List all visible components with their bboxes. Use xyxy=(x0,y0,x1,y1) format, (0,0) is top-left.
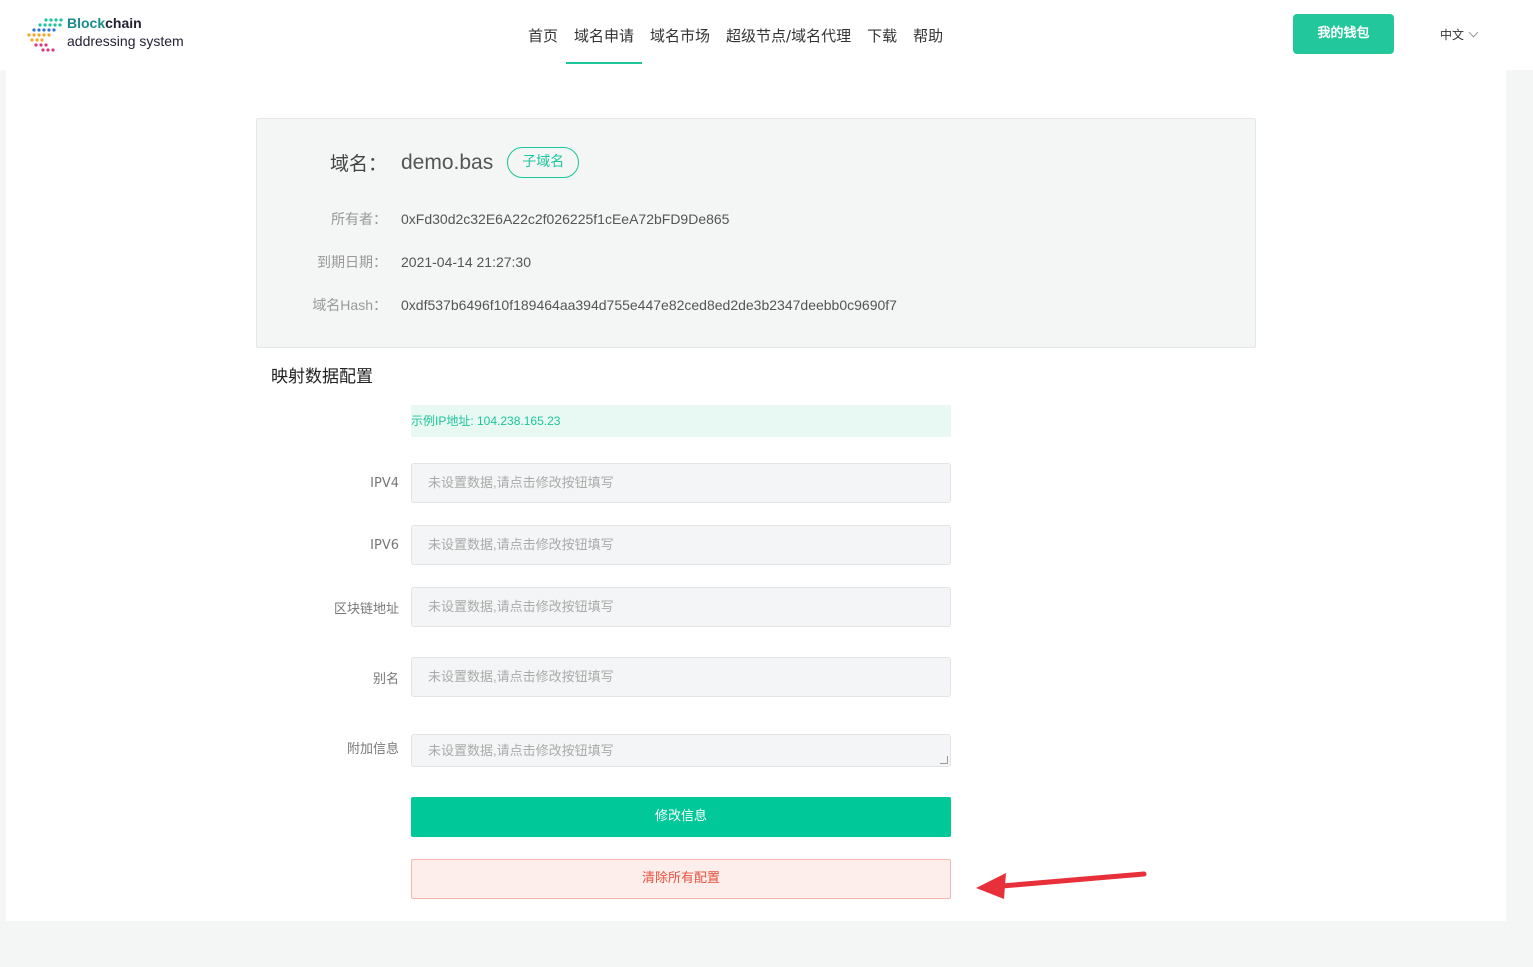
logo-dots-icon xyxy=(27,18,63,52)
domain-value: demo.bas xyxy=(401,150,494,174)
extra-info-textarea[interactable]: 未设置数据,请点击修改按钮填写 xyxy=(411,734,951,767)
ipv6-input[interactable]: 未设置数据,请点击修改按钮填写 xyxy=(411,525,951,565)
domain-label: 域名： xyxy=(329,154,387,175)
blockchain-address-input[interactable]: 未设置数据,请点击修改按钮填写 xyxy=(411,587,951,627)
logo[interactable]: Blockchain addressing system xyxy=(24,14,214,54)
expiry-row: 到期日期： 2021-04-14 21:27:30 xyxy=(257,252,531,272)
clear-all-config-button[interactable]: 清除所有配置 xyxy=(411,859,951,899)
nav-item-help[interactable]: 帮助 xyxy=(905,0,951,70)
expiry-label: 到期日期： xyxy=(317,254,387,270)
chevron-down-icon xyxy=(1468,27,1479,38)
main-content: 域名： demo.bas 子域名 所有者： 0xFd30d2c32E6A22c2… xyxy=(6,70,1506,921)
nav-item-domain-apply[interactable]: 域名申请 xyxy=(566,0,643,70)
domain-row: 域名： demo.bas 子域名 xyxy=(257,147,580,178)
hash-label: 域名Hash： xyxy=(312,297,387,313)
field-alias: 别名 未设置数据,请点击修改按钮填写 xyxy=(266,657,956,697)
domain-info-card: 域名： demo.bas 子域名 所有者： 0xFd30d2c32E6A22c2… xyxy=(256,118,1256,348)
mapping-section-title: 映射数据配置 xyxy=(271,367,373,387)
expiry-value: 2021-04-14 21:27:30 xyxy=(401,254,531,270)
alias-input[interactable]: 未设置数据,请点击修改按钮填写 xyxy=(411,657,951,697)
nav-item-download[interactable]: 下载 xyxy=(859,0,905,70)
field-ipv6: IPV6 未设置数据,请点击修改按钮填写 xyxy=(266,525,956,565)
extra-info-label: 附加信息 xyxy=(346,742,399,757)
main-nav: 首页 域名申请 域名市场 超级节点/域名代理 下载 帮助 xyxy=(520,0,951,70)
owner-row: 所有者： 0xFd30d2c32E6A22c2f026225f1cEeA72bF… xyxy=(257,209,729,229)
blockchain-address-label: 区块链地址 xyxy=(333,601,399,617)
example-ip-hint: 示例IP地址: 104.238.165.23 xyxy=(411,405,951,437)
ipv4-label: IPV4 xyxy=(370,475,399,491)
language-label: 中文 xyxy=(1440,28,1465,42)
nav-item-super-node[interactable]: 超级节点/域名代理 xyxy=(718,0,859,70)
edit-info-button[interactable]: 修改信息 xyxy=(411,797,951,837)
language-selector[interactable]: 中文 xyxy=(1440,26,1479,43)
hash-row: 域名Hash： 0xdf537b6496f10f189464aa394d755e… xyxy=(257,295,897,315)
field-blockchain-address: 区块链地址 未设置数据,请点击修改按钮填写 xyxy=(266,587,956,627)
nav-item-home[interactable]: 首页 xyxy=(520,0,566,70)
red-arrow-annotation-icon xyxy=(976,871,1147,899)
extra-info-placeholder: 未设置数据,请点击修改按钮填写 xyxy=(428,743,614,758)
hash-value: 0xdf537b6496f10f189464aa394d755e447e82ce… xyxy=(401,297,897,313)
nav-item-domain-market[interactable]: 域名市场 xyxy=(642,0,718,70)
owner-value: 0xFd30d2c32E6A22c2f026225f1cEeA72bFD9De8… xyxy=(401,211,730,227)
top-bar: Blockchain addressing system 首页 域名申请 域名市… xyxy=(0,0,1533,70)
ipv4-input[interactable]: 未设置数据,请点击修改按钮填写 xyxy=(411,463,951,503)
field-ipv4: IPV4 未设置数据,请点击修改按钮填写 xyxy=(266,463,956,503)
alias-label: 别名 xyxy=(372,671,399,687)
logo-title: Blockchain xyxy=(67,15,142,31)
subdomain-badge: 子域名 xyxy=(507,147,580,178)
logo-subtitle: addressing system xyxy=(67,33,184,49)
resize-grip-icon[interactable] xyxy=(940,756,948,764)
owner-label: 所有者： xyxy=(331,211,387,227)
field-extra-info: 附加信息 未设置数据,请点击修改按钮填写 xyxy=(266,734,956,767)
ipv6-label: IPV6 xyxy=(370,537,399,553)
my-wallet-button[interactable]: 我的钱包 xyxy=(1293,14,1394,54)
